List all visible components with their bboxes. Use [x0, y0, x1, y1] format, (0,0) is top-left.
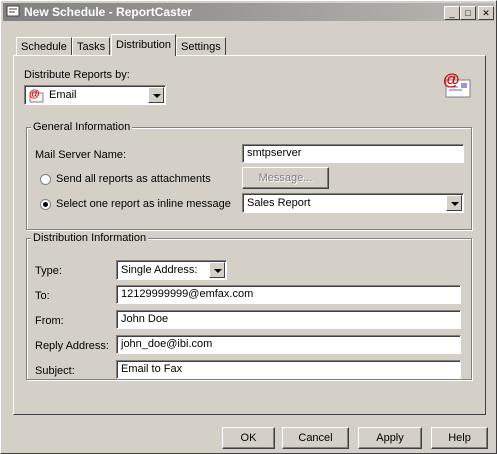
type-value: Single Address:	[121, 264, 198, 276]
chevron-down-icon[interactable]	[148, 87, 164, 103]
to-input[interactable]: 12129999999@emfax.com	[116, 285, 461, 304]
dialog-window: New Schedule - ReportCaster _ □ ✕ Schedu…	[0, 0, 497, 454]
window-title: New Schedule - ReportCaster	[24, 5, 193, 19]
type-select[interactable]: Single Address:	[116, 260, 227, 280]
tab-settings[interactable]: Settings	[176, 37, 226, 56]
distribution-panel: Distribute Reports by: @ Email @ General…	[13, 55, 486, 415]
svg-text:@: @	[29, 88, 40, 100]
svg-text:@: @	[443, 70, 460, 89]
distribute-by-label: Distribute Reports by:	[24, 69, 130, 81]
distribute-method-value: Email	[49, 89, 77, 101]
type-label: Type:	[35, 265, 62, 277]
tab-tasks[interactable]: Tasks	[72, 37, 111, 56]
apply-button[interactable]: Apply	[358, 427, 422, 449]
general-information-title: General Information	[31, 121, 133, 133]
ok-button[interactable]: OK	[222, 427, 275, 449]
mail-server-input[interactable]: smtpserver	[242, 144, 464, 163]
send-attachments-radio[interactable]	[40, 174, 51, 185]
minimize-icon[interactable]: _	[444, 6, 460, 20]
subject-input[interactable]: Email to Fax	[116, 360, 461, 379]
inline-message-label[interactable]: Select one report as inline message	[56, 198, 231, 210]
from-input[interactable]: John Doe	[116, 310, 461, 329]
general-information-group: General Information Mail Server Name: sm…	[26, 121, 472, 230]
reply-address-label: Reply Address:	[35, 340, 109, 352]
message-button[interactable]: Message...	[242, 167, 329, 189]
maximize-icon[interactable]: □	[460, 6, 476, 20]
from-label: From:	[35, 315, 64, 327]
title-bar[interactable]: New Schedule - ReportCaster _ □ ✕	[3, 3, 494, 21]
tab-schedule[interactable]: Schedule	[16, 37, 72, 56]
distribution-information-group: Distribution Information Type: Single Ad…	[26, 232, 472, 380]
inline-report-select[interactable]: Sales Report	[242, 193, 464, 213]
email-icon: @	[28, 87, 44, 103]
inline-report-value: Sales Report	[247, 197, 311, 209]
tab-distribution[interactable]: Distribution	[111, 34, 177, 56]
close-icon[interactable]: ✕	[478, 6, 494, 20]
cancel-button[interactable]: Cancel	[282, 427, 349, 449]
to-label: To:	[35, 290, 50, 302]
app-icon	[6, 4, 20, 18]
help-button[interactable]: Help	[431, 427, 488, 449]
mail-server-label: Mail Server Name:	[35, 149, 127, 161]
chevron-down-icon[interactable]	[209, 262, 225, 278]
reply-address-input[interactable]: john_doe@ibi.com	[116, 335, 461, 354]
inline-message-radio[interactable]	[40, 199, 51, 210]
chevron-down-icon[interactable]	[446, 195, 462, 211]
subject-label: Subject:	[35, 365, 75, 377]
send-attachments-label[interactable]: Send all reports as attachments	[56, 173, 211, 185]
distribution-information-title: Distribution Information	[31, 232, 149, 244]
distribute-method-select[interactable]: @ Email	[24, 85, 166, 105]
email-envelope-icon: @	[442, 70, 472, 100]
